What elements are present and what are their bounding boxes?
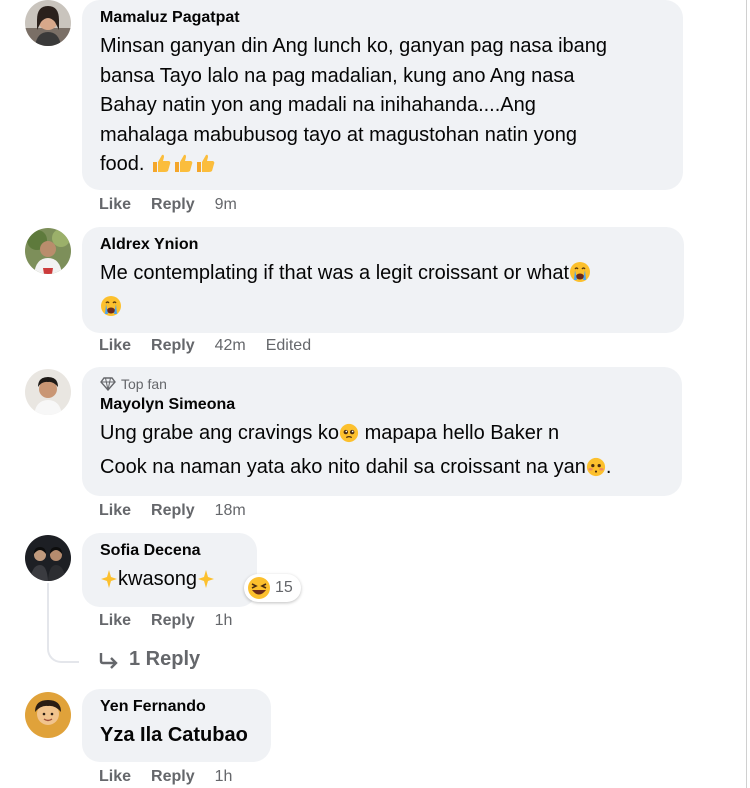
comment-line-text: Ung grabe ang cravings ko bbox=[100, 422, 340, 444]
flushed-face-icon bbox=[586, 457, 606, 487]
edited-label[interactable]: Edited bbox=[266, 337, 311, 355]
reply-arrow-icon bbox=[99, 652, 118, 669]
diamond-icon bbox=[100, 377, 116, 391]
comment-line-text: kwasong bbox=[118, 568, 197, 590]
comment-author[interactable]: Yen Fernando bbox=[100, 697, 253, 717]
comment-line: Bahay natin yon ang madali na inihahanda… bbox=[100, 94, 536, 116]
avatar[interactable] bbox=[25, 369, 71, 415]
comment-text: Ung grabe ang cravings ko mapapa hello B… bbox=[100, 419, 664, 486]
pleading-face-icon bbox=[339, 423, 359, 453]
reply-button[interactable]: Reply bbox=[151, 196, 195, 214]
comment-line: food. bbox=[100, 150, 665, 184]
haha-reaction-icon bbox=[248, 577, 270, 599]
comment-line-text: Me contemplating if that was a legit cro… bbox=[100, 262, 570, 284]
comment-line-text: . bbox=[605, 455, 612, 478]
reaction-count: 15 bbox=[275, 579, 293, 596]
like-button[interactable]: Like bbox=[99, 502, 131, 520]
comment-line-text: Cook na naman yata ako nito dahil sa cro… bbox=[100, 455, 586, 478]
reply-button[interactable]: Reply bbox=[151, 768, 195, 786]
thumbs-up-icon bbox=[194, 152, 216, 184]
crying-face-icon bbox=[569, 261, 591, 293]
comment-actions: Like Reply 18m bbox=[99, 502, 246, 520]
avatar[interactable] bbox=[25, 0, 71, 46]
comment-author[interactable]: Mayolyn Simeona bbox=[100, 395, 664, 415]
comment-line: Ung grabe ang cravings ko mapapa hello B… bbox=[100, 419, 664, 453]
comment-text: Me contemplating if that was a legit cro… bbox=[100, 259, 666, 326]
comment-timestamp[interactable]: 1h bbox=[215, 768, 233, 786]
comment-line: bansa Tayo lalo na pag madalian, kung an… bbox=[100, 64, 575, 87]
sparkles-icon bbox=[197, 569, 215, 599]
comment-actions: Like Reply 9m bbox=[99, 196, 237, 214]
comment-timestamp[interactable]: 9m bbox=[215, 196, 237, 214]
reply-button[interactable]: Reply bbox=[151, 502, 195, 520]
crying-face-icon bbox=[100, 295, 122, 327]
comment-bubble: Yen Fernando Yza Ila Catubao bbox=[82, 689, 271, 762]
comment-author[interactable]: Sofia Decena bbox=[100, 541, 239, 561]
comment-line-text: mapapa hello Baker n bbox=[364, 422, 560, 444]
comment-timestamp[interactable]: 42m bbox=[215, 337, 246, 355]
like-button[interactable]: Like bbox=[99, 196, 131, 214]
comment-actions: Like Reply 1h bbox=[99, 768, 232, 786]
comment-bubble: Mamaluz Pagatpat Minsan ganyan din Ang l… bbox=[82, 0, 683, 190]
reply-button[interactable]: Reply bbox=[151, 337, 195, 355]
comment-line: mahalaga mabubusog tayo at magustohan na… bbox=[100, 123, 578, 146]
comment-line bbox=[100, 293, 666, 327]
comment-line: Me contemplating if that was a legit cro… bbox=[100, 259, 666, 293]
comment-line: Minsan ganyan din Ang lunch ko, ganyan p… bbox=[100, 35, 608, 57]
comment-timestamp[interactable]: 1h bbox=[215, 612, 233, 630]
sparkles-icon bbox=[100, 569, 118, 599]
comment-actions: Like Reply 42m Edited bbox=[99, 337, 311, 355]
top-fan-label: Top fan bbox=[121, 376, 167, 392]
comment-line: Cook na naman yata ako nito dahil sa cro… bbox=[100, 453, 664, 487]
thumbs-up-icon bbox=[172, 152, 194, 184]
view-replies-link[interactable]: 1 Reply bbox=[99, 648, 200, 671]
avatar[interactable] bbox=[25, 535, 71, 581]
comment-author[interactable]: Mamaluz Pagatpat bbox=[100, 8, 665, 28]
thumbs-up-icon bbox=[150, 152, 172, 184]
like-button[interactable]: Like bbox=[99, 337, 131, 355]
avatar[interactable] bbox=[25, 228, 71, 274]
like-button[interactable]: Like bbox=[99, 768, 131, 786]
mentioned-user-link[interactable]: Yza Ila Catubao bbox=[100, 721, 253, 751]
comment-bubble: Sofia Decena kwasong bbox=[82, 533, 257, 607]
comment-author[interactable]: Aldrex Ynion bbox=[100, 235, 666, 255]
view-replies-label: 1 Reply bbox=[129, 648, 201, 670]
comment-text: kwasong bbox=[100, 565, 239, 599]
comment-text: Minsan ganyan din Ang lunch ko, ganyan p… bbox=[100, 32, 665, 184]
comment-bubble: Top fan Mayolyn Simeona Ung grabe ang cr… bbox=[82, 367, 682, 496]
comment-timestamp[interactable]: 18m bbox=[215, 502, 246, 520]
comment-actions: Like Reply 1h bbox=[99, 612, 232, 630]
thread-connector bbox=[47, 583, 79, 663]
comment-line-text: food. bbox=[100, 153, 145, 175]
reply-button[interactable]: Reply bbox=[151, 612, 195, 630]
comment-bubble: Aldrex Ynion Me contemplating if that wa… bbox=[82, 227, 684, 333]
like-button[interactable]: Like bbox=[99, 612, 131, 630]
top-fan-badge[interactable]: Top fan bbox=[100, 375, 664, 393]
reaction-summary[interactable]: 15 bbox=[244, 574, 301, 602]
avatar[interactable] bbox=[25, 692, 71, 738]
